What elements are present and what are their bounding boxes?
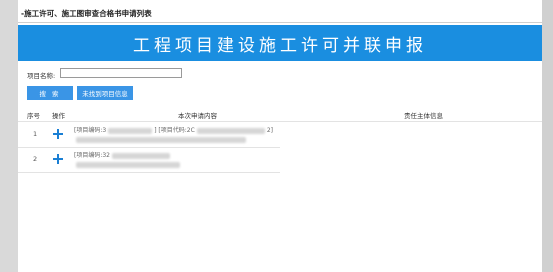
table-header: 序号 操作 本次申请内容 责任主体信息 (18, 108, 542, 122)
header-banner: 工程项目建设施工许可并联申报 (18, 25, 542, 61)
redacted-text (112, 152, 170, 159)
redacted-text (108, 127, 153, 134)
column-header-action: 操作 (52, 112, 65, 120)
row-seq: 1 (33, 130, 38, 138)
row-content-line: [项目编码:32 (74, 150, 172, 159)
row-content-line (74, 161, 182, 168)
title-divider (18, 22, 542, 23)
project-code-label: [项目编码:32 (74, 152, 110, 159)
row-seq: 2 (33, 155, 38, 163)
redacted-text (196, 127, 265, 134)
column-header-content: 本次申请内容 (178, 112, 217, 120)
window-side-panel (542, 0, 553, 272)
plus-icon[interactable] (53, 154, 63, 164)
search-button[interactable]: 搜 索 (27, 86, 73, 100)
banner-title: 工程项目建设施工许可并联申报 (133, 35, 427, 56)
header-divider (18, 121, 542, 122)
project-name-input[interactable] (60, 68, 182, 78)
table-row: 2 [项目编码:32 (18, 149, 280, 173)
column-header-seq: 序号 (27, 112, 40, 120)
project-code-label: [项目编码:3 (74, 127, 107, 134)
row-content-line: [项目编码:3 ] [项目代码:2C 2] (74, 125, 273, 134)
column-header-owner: 责任主体信息 (404, 112, 443, 120)
row-divider (18, 172, 280, 173)
table-row: 1 [项目编码:3 ] [项目代码:2C 2] (18, 124, 280, 148)
redacted-text (76, 136, 246, 143)
project-not-found-button[interactable]: 未找到项目信息 (77, 86, 133, 100)
project-name-label: 项目名称: (27, 72, 56, 80)
redacted-text (76, 161, 180, 168)
project-id-suffix: 2] (266, 127, 273, 134)
row-divider (18, 147, 280, 148)
row-content-line (74, 136, 248, 143)
plus-icon[interactable] (53, 129, 63, 139)
project-id-label: ] [项目代码:2C (154, 127, 195, 134)
page-title: -施工许可、施工图审查合格书申请列表 (21, 9, 152, 18)
content-page: -施工许可、施工图审查合格书申请列表 工程项目建设施工许可并联申报 项目名称: … (18, 0, 542, 272)
